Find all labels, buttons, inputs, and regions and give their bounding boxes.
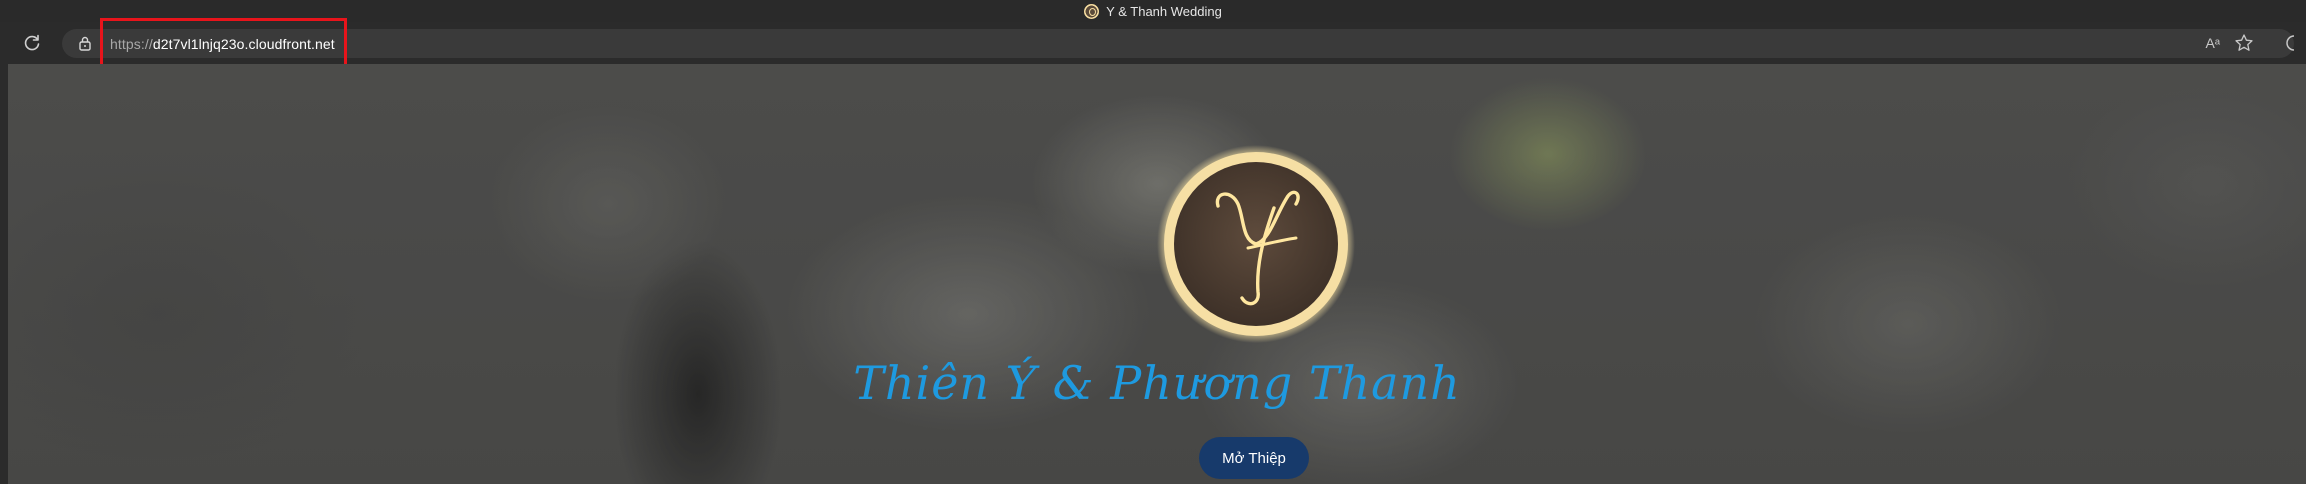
couple-name-heading: Thiên Ý & Phương Thanh (853, 356, 1461, 410)
reload-icon[interactable] (22, 33, 42, 53)
monogram-favicon-icon (1084, 3, 1100, 19)
address-bar[interactable]: https://d2t7vl1lnjq23o.cloudfront.net Aᵃ (62, 29, 2294, 58)
url-highlight-annotation (100, 18, 347, 70)
wedding-hero: Thiên Ý & Phương Thanh Mở Thiệp (8, 64, 2306, 484)
open-invitation-button[interactable]: Mở Thiệp (1199, 437, 1309, 479)
window-left-edge (0, 64, 8, 484)
edge-copilot-icon[interactable] (2284, 33, 2294, 53)
monogram-logo (1157, 145, 1355, 343)
window-title: Y & Thanh Wedding (1106, 3, 1222, 19)
lock-icon[interactable] (78, 36, 92, 51)
browser-window: Y & Thanh Wedding https://d2t7vl1lnjq23o… (0, 0, 2306, 484)
read-aloud-icon[interactable]: Aᵃ (2205, 35, 2220, 51)
star-icon[interactable] (2234, 33, 2254, 53)
